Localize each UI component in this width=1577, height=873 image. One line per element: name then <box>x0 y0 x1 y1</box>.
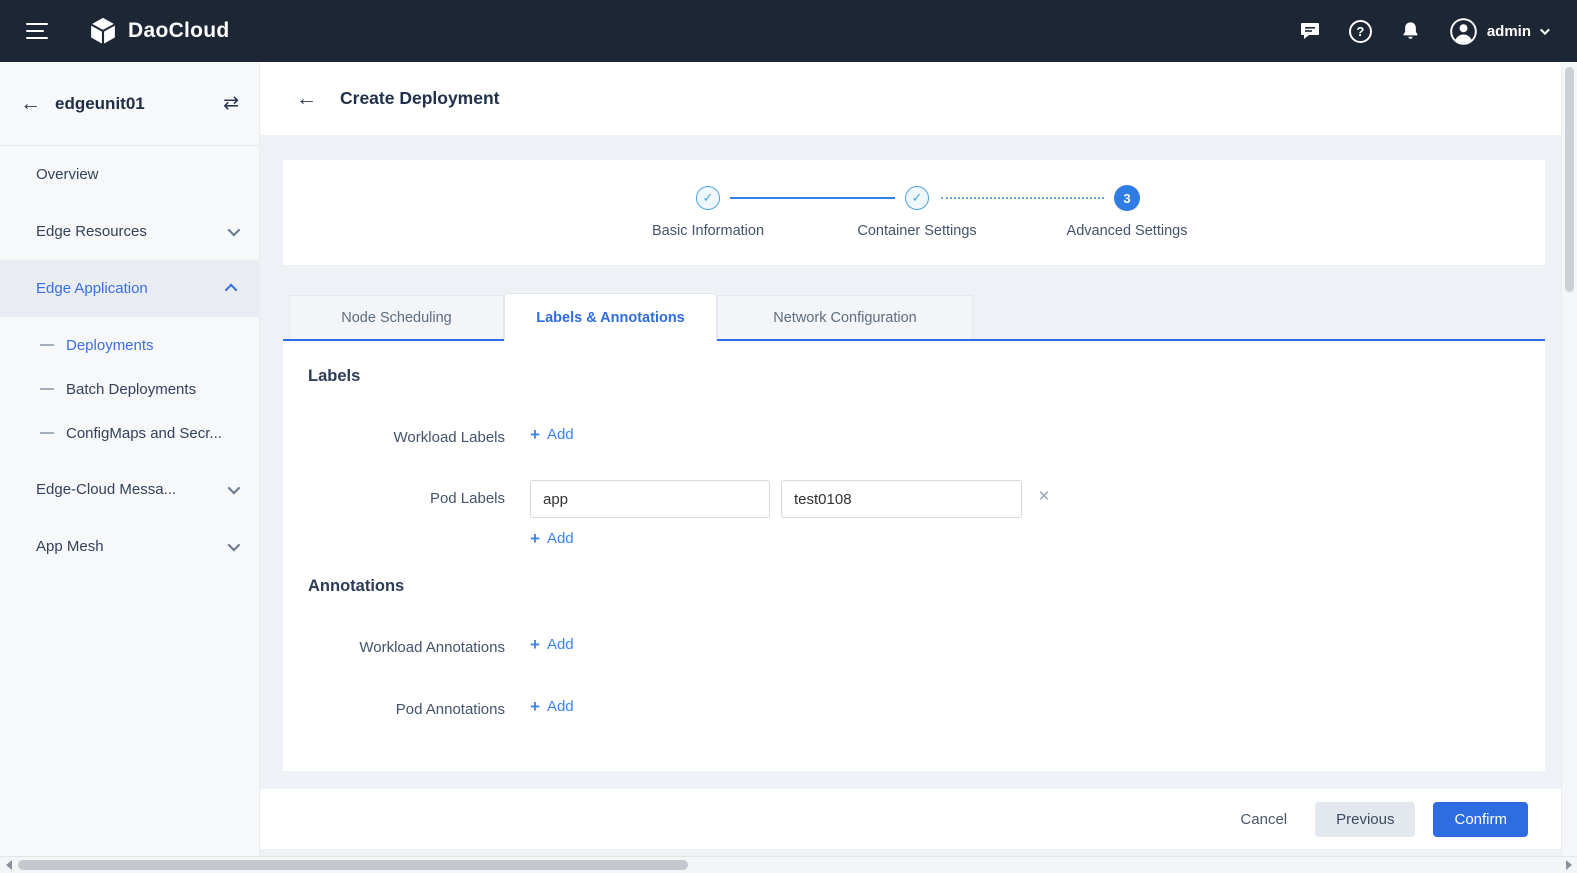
vertical-scrollbar[interactable] <box>1561 62 1577 856</box>
tab-network-configuration[interactable]: Network Configuration <box>717 295 973 339</box>
step-connector-solid <box>730 197 895 199</box>
chevron-up-icon <box>225 284 238 297</box>
chevron-down-icon <box>228 482 241 495</box>
vertical-scrollbar-thumb[interactable] <box>1565 67 1574 292</box>
stepper: ✓ ✓ 3 Basic Information Container Settin… <box>283 160 1545 265</box>
plus-icon: + <box>530 636 540 653</box>
tab-node-scheduling[interactable]: Node Scheduling <box>289 295 504 339</box>
brand-name: DaoCloud <box>128 19 230 43</box>
chevron-down-icon <box>228 539 241 552</box>
add-label-text: Add <box>547 698 574 715</box>
add-label-text: Add <box>547 426 574 443</box>
sidebar-back-icon[interactable]: ← <box>20 93 41 114</box>
step-2-label: Container Settings <box>857 223 976 239</box>
messages-icon[interactable] <box>1298 19 1322 43</box>
footer-actions: Cancel Previous Confirm <box>260 789 1561 849</box>
sidebar-item-overview[interactable]: Overview <box>0 146 259 203</box>
chevron-down-icon <box>228 224 241 237</box>
brand: DaoCloud <box>88 16 230 46</box>
hamburger-menu-icon[interactable] <box>26 23 48 39</box>
page-header: ← Create Deployment <box>260 62 1561 135</box>
top-header: DaoCloud ? <box>0 0 1577 62</box>
main-content: ← Create Deployment ✓ ✓ 3 Basic Informat… <box>260 62 1561 856</box>
remove-pod-label-icon[interactable]: × <box>1033 486 1055 508</box>
scroll-left-arrow[interactable] <box>0 857 17 873</box>
sidebar: ← edgeunit01 ⇄ Overview Edge Resources E… <box>0 62 260 856</box>
user-chevron-down-icon[interactable] <box>1540 25 1550 35</box>
labels-section-title: Labels <box>308 367 360 386</box>
sidebar-item-label: App Mesh <box>36 538 104 555</box>
sidebar-item-app-mesh[interactable]: App Mesh <box>0 518 259 575</box>
dash-icon <box>40 344 54 346</box>
confirm-button[interactable]: Confirm <box>1433 802 1528 837</box>
sidebar-item-label: Edge Resources <box>36 223 147 240</box>
user-menu[interactable]: admin <box>1449 17 1547 46</box>
workspace-name: edgeunit01 <box>55 94 145 114</box>
workload-annotations-label: Workload Annotations <box>283 639 505 656</box>
pod-annotations-label: Pod Annotations <box>283 701 505 718</box>
page-back-icon[interactable]: ← <box>296 88 317 109</box>
top-actions: ? admin <box>1298 17 1547 46</box>
notifications-bell-icon[interactable] <box>1399 20 1422 43</box>
screen: DaoCloud ? <box>0 0 1577 873</box>
workload-labels-label: Workload Labels <box>283 429 505 446</box>
add-workload-label-button[interactable]: + Add <box>530 426 574 443</box>
sidebar-item-label: Deployments <box>66 337 154 354</box>
step-connector-dotted <box>941 197 1104 199</box>
sidebar-item-label: Edge Application <box>36 280 148 297</box>
tab-labels-annotations[interactable]: Labels & Annotations <box>504 293 717 341</box>
add-workload-annotation-button[interactable]: + Add <box>530 636 574 653</box>
previous-button[interactable]: Previous <box>1315 802 1415 837</box>
horizontal-scrollbar[interactable] <box>0 856 1577 873</box>
labels-annotations-panel: Labels Workload Labels + Add Pod Labels … <box>283 341 1545 771</box>
add-label-text: Add <box>547 530 574 547</box>
sidebar-nav: Overview Edge Resources Edge Application… <box>0 146 259 575</box>
sidebar-item-edge-resources[interactable]: Edge Resources <box>0 203 259 260</box>
switch-workspace-icon[interactable]: ⇄ <box>223 94 239 113</box>
annotations-section-title: Annotations <box>308 577 404 596</box>
sidebar-item-deployments[interactable]: Deployments <box>0 323 259 367</box>
cancel-button[interactable]: Cancel <box>1230 802 1297 837</box>
sidebar-item-label: Overview <box>36 166 99 183</box>
step-3-current-icon: 3 <box>1114 185 1140 211</box>
horizontal-scrollbar-thumb[interactable] <box>18 860 688 870</box>
user-name: admin <box>1487 23 1531 40</box>
page-title: Create Deployment <box>340 88 500 109</box>
tab-bar: Node Scheduling Labels & Annotations Net… <box>283 293 1545 341</box>
sidebar-item-edge-cloud-message[interactable]: Edge-Cloud Messa... <box>0 461 259 518</box>
pod-label-value-input[interactable] <box>781 480 1022 518</box>
sidebar-item-batch-deployments[interactable]: Batch Deployments <box>0 367 259 411</box>
sidebar-item-label: Batch Deployments <box>66 381 196 398</box>
edge-application-submenu: Deployments Batch Deployments ConfigMaps… <box>0 317 259 461</box>
plus-icon: + <box>530 698 540 715</box>
plus-icon: + <box>530 530 540 547</box>
sidebar-item-label: Edge-Cloud Messa... <box>36 481 176 498</box>
pod-labels-label: Pod Labels <box>283 490 505 507</box>
sidebar-item-configmaps-secrets[interactable]: ConfigMaps and Secr... <box>0 411 259 455</box>
add-pod-annotation-button[interactable]: + Add <box>530 698 574 715</box>
step-3-label: Advanced Settings <box>1067 223 1188 239</box>
avatar-icon <box>1449 17 1478 46</box>
help-icon[interactable]: ? <box>1349 20 1372 43</box>
add-pod-label-button[interactable]: + Add <box>530 530 574 547</box>
sidebar-header: ← edgeunit01 ⇄ <box>0 62 259 146</box>
step-1-label: Basic Information <box>652 223 764 239</box>
sidebar-item-edge-application[interactable]: Edge Application <box>0 260 259 317</box>
plus-icon: + <box>530 426 540 443</box>
step-2-done-icon: ✓ <box>905 186 929 210</box>
step-1-done-icon: ✓ <box>696 186 720 210</box>
check-icon: ✓ <box>912 190 923 206</box>
check-icon: ✓ <box>703 190 714 206</box>
daocloud-logo-icon <box>88 16 118 46</box>
sidebar-item-label: ConfigMaps and Secr... <box>66 425 222 442</box>
step-number: 3 <box>1123 191 1130 206</box>
dash-icon <box>40 388 54 390</box>
scroll-right-arrow[interactable] <box>1560 857 1577 873</box>
dash-icon <box>40 432 54 434</box>
add-label-text: Add <box>547 636 574 653</box>
pod-label-key-input[interactable] <box>530 480 770 518</box>
